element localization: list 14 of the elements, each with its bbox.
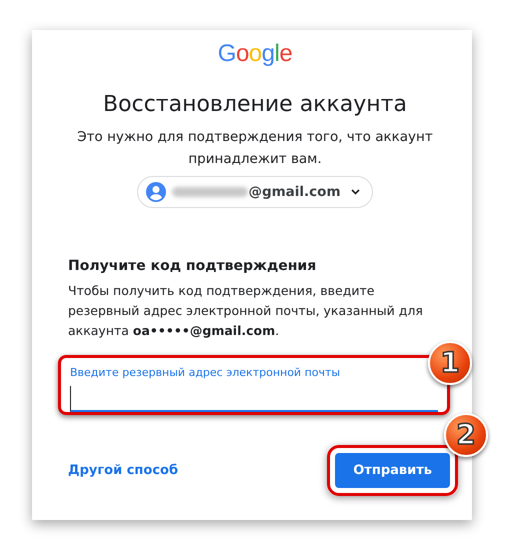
annotation-badge: 1: [428, 341, 472, 385]
field-label: Введите резервный адрес электронной почты: [70, 366, 342, 380]
instruction-text: Чтобы получить код подтверждения, введите резервный адрес электронной почты, указанный для аккаунта oa•••••@gmail.com.: [68, 282, 424, 340]
account-chip[interactable]: @gmail.com: [137, 176, 373, 208]
section-heading: Получите код подтверждения: [68, 257, 318, 276]
annotation-badge: 2: [444, 413, 488, 457]
logo: Google: [218, 40, 292, 68]
account-email: @gmail.com: [248, 184, 341, 200]
page-title: Восстановление аккаунта: [103, 91, 407, 119]
subtitle: Это нужно для подтверждения того, что аккаунт принадлежит вам.: [76, 128, 434, 169]
caret-icon: [350, 189, 360, 195]
other-method-link[interactable]: Другой способ: [68, 463, 178, 478]
avatar-icon: [146, 182, 166, 202]
submit-button[interactable]: Отправить: [335, 453, 450, 488]
